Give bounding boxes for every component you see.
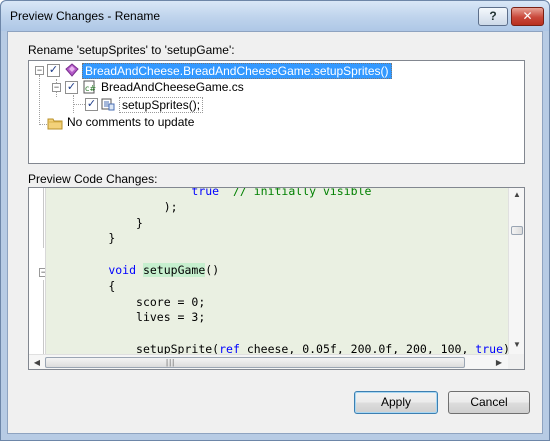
svg-text:c#: c#: [85, 84, 96, 93]
method-icon: [65, 63, 79, 77]
code-token: }: [108, 231, 116, 246]
close-icon: ✕: [522, 9, 533, 23]
code-token: ref: [219, 342, 240, 354]
outline-line: [43, 280, 44, 354]
horizontal-scrollbar[interactable]: ◀ ||| ▶: [29, 354, 508, 369]
folder-icon: [47, 118, 63, 130]
code-token: true: [475, 342, 503, 354]
method-checkbox[interactable]: ✓: [85, 98, 98, 111]
code-preview[interactable]: − true // initially visible ); } } void …: [28, 187, 525, 370]
window-title: Preview Changes - Rename: [10, 9, 161, 23]
code-token: setupGame: [142, 263, 206, 277]
grip-icon: |||: [166, 358, 176, 367]
code-token: lives = 3;: [136, 310, 206, 325]
vertical-scroll-thumb[interactable]: [511, 226, 523, 235]
preview-label: Preview Code Changes:: [28, 172, 158, 186]
collapse-icon[interactable]: −: [35, 66, 44, 75]
dialog-body: Rename 'setupSprites' to 'setupGame': − …: [7, 31, 543, 434]
method-label: setupSprites();: [119, 97, 204, 113]
code-line: setupSprite(ref cheese, 0.05f, 200.0f, 2…: [46, 342, 508, 354]
root-checkbox[interactable]: ✓: [47, 64, 60, 77]
code-line: lives = 3;: [46, 310, 205, 326]
scroll-right-icon[interactable]: ▶: [491, 358, 507, 367]
code-line: true // initially visible: [46, 188, 371, 200]
code-token: setupSprite(: [136, 342, 220, 354]
root-label: BreadAndCheese.BreadAndCheeseGame.setupS…: [82, 63, 392, 79]
code-token: {: [108, 278, 116, 293]
comments-label: No comments to update: [67, 115, 195, 129]
csharp-file-icon: c#: [83, 80, 96, 94]
scroll-corner: [508, 354, 524, 369]
scroll-up-icon[interactable]: ▲: [509, 190, 524, 199]
code-line: score = 0;: [46, 295, 205, 311]
code-line: }: [46, 216, 143, 232]
code-token: );: [163, 199, 178, 214]
scroll-left-icon[interactable]: ◀: [29, 358, 45, 367]
code-line: void setupGame(): [46, 263, 219, 279]
rename-label: Rename 'setupSprites' to 'setupGame':: [28, 43, 235, 57]
code-line: );: [46, 200, 178, 216]
file-checkbox[interactable]: ✓: [65, 81, 78, 94]
vertical-scrollbar[interactable]: ▲ ▼: [508, 188, 524, 354]
cancel-button[interactable]: Cancel: [448, 391, 530, 414]
tree-item-comments[interactable]: No comments to update: [29, 114, 524, 132]
tree-item-root[interactable]: − ✓ BreadAndCheese.BreadAndCheeseGame.se…: [29, 62, 524, 80]
code-line: }: [46, 231, 115, 247]
code-token: // initially visible: [219, 188, 372, 198]
help-button[interactable]: ?: [478, 7, 508, 26]
scroll-down-icon[interactable]: ▼: [509, 340, 524, 349]
rename-tree[interactable]: − ✓ BreadAndCheese.BreadAndCheeseGame.se…: [28, 60, 525, 164]
code-token: void: [108, 263, 137, 277]
apply-button[interactable]: Apply: [354, 391, 438, 414]
code-line: {: [46, 279, 115, 295]
code-reference-icon: [101, 98, 115, 111]
code-token: (): [205, 263, 220, 277]
collapse-icon[interactable]: −: [52, 83, 61, 92]
tree-item-file[interactable]: − ✓ c# BreadAndCheeseGame.cs: [29, 79, 524, 97]
help-icon: ?: [489, 9, 497, 23]
file-label: BreadAndCheeseGame.cs: [101, 80, 244, 94]
close-button[interactable]: ✕: [511, 7, 544, 26]
title-bar[interactable]: Preview Changes - Rename ? ✕: [1, 1, 549, 31]
code-text[interactable]: true // initially visible ); } } void se…: [46, 188, 508, 354]
horizontal-scroll-thumb[interactable]: |||: [45, 357, 465, 368]
tree-item-method[interactable]: ✓ setupSprites();: [29, 96, 524, 114]
dialog-window: Preview Changes - Rename ? ✕ Rename 'set…: [0, 0, 550, 441]
code-gutter: −: [29, 188, 48, 354]
outline-line: [43, 188, 44, 248]
code-token: }: [136, 215, 143, 230]
code-token: cheese, 0.05f, 200.0f, 200, 100,: [239, 342, 476, 354]
code-token: true: [191, 188, 220, 198]
code-token: score = 0;: [136, 294, 206, 309]
